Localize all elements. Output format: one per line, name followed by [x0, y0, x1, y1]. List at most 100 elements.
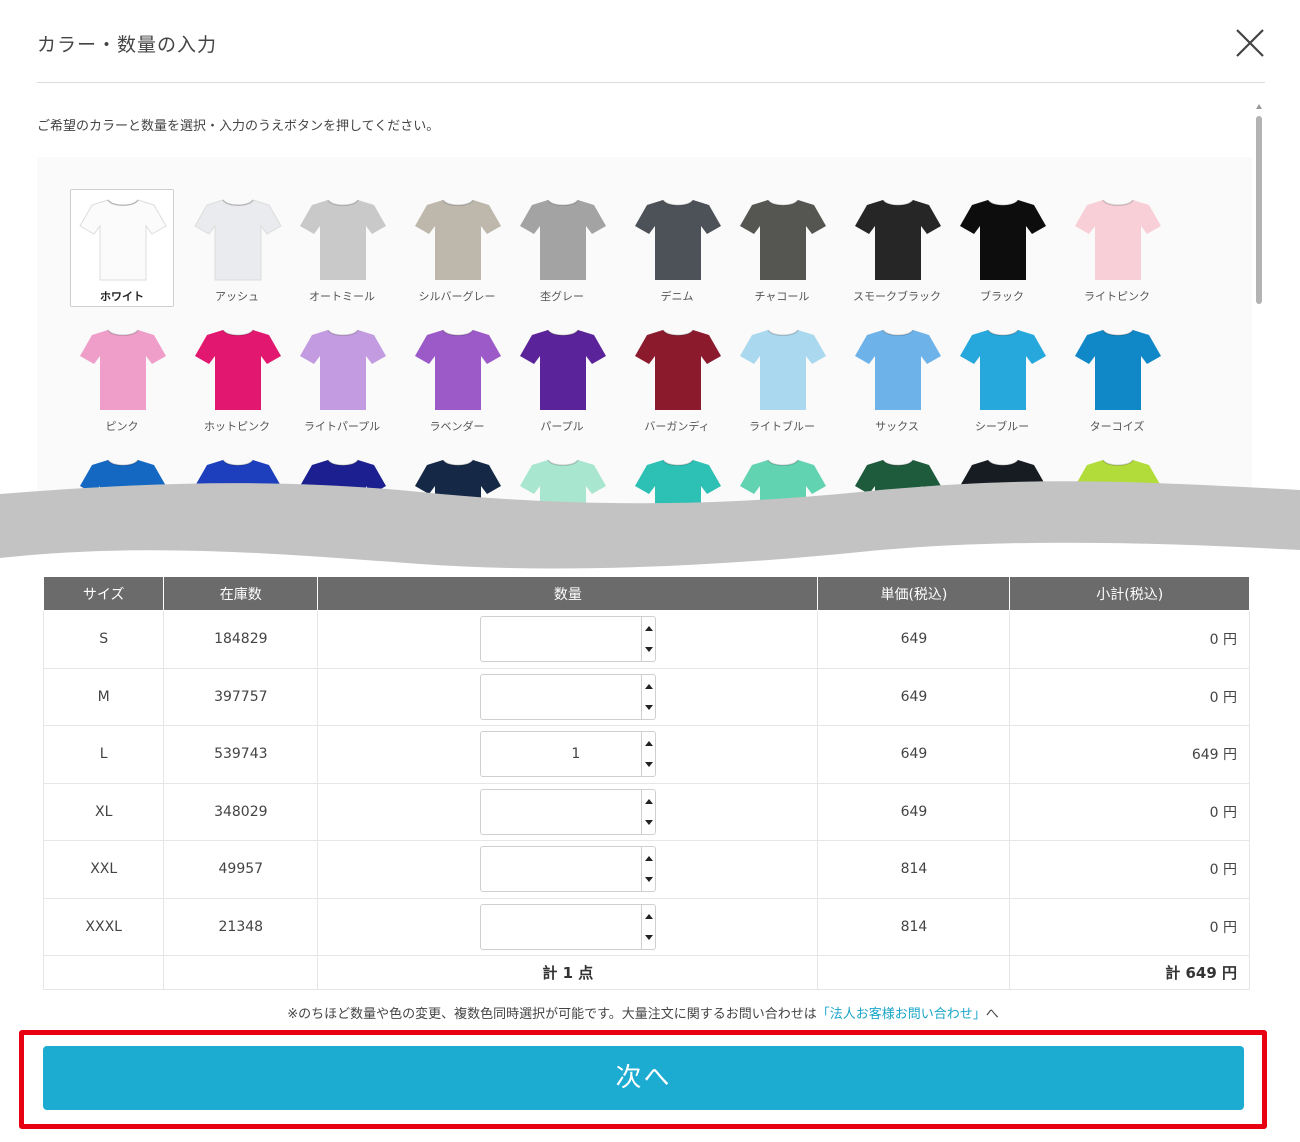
stepper-up-icon[interactable] — [644, 683, 653, 689]
column-header-quantity: 数量 — [317, 576, 819, 611]
stepper-controls[interactable] — [640, 847, 655, 892]
subtotal-cell: 0 円 — [1009, 897, 1250, 956]
tshirt-icon — [960, 329, 1046, 410]
color-swatch-label: ライトピンク — [1084, 290, 1150, 303]
stepper-controls[interactable] — [640, 674, 655, 719]
color-swatch[interactable]: チャコール — [730, 189, 834, 307]
size-cell: M — [42, 667, 165, 726]
color-swatch[interactable]: ブラック — [950, 189, 1054, 307]
quantity-cell — [317, 840, 819, 899]
quantity-cell — [317, 897, 819, 956]
unit-price-cell: 814 — [817, 897, 1011, 956]
quantity-cell: 1 — [317, 725, 819, 784]
color-swatch-label: 杢グレー — [540, 290, 584, 303]
scrollbar[interactable] — [1252, 104, 1266, 504]
instruction-text: ご希望のカラーと数量を選択・入力のうえボタンを押してください。 — [37, 119, 440, 134]
color-swatch[interactable]: ライトピンク — [1065, 189, 1169, 307]
color-swatch[interactable]: アッシュ — [185, 189, 289, 307]
stepper-controls[interactable] — [640, 904, 655, 949]
tshirt-icon — [300, 199, 386, 280]
stepper-down-icon[interactable] — [644, 819, 653, 825]
color-swatch[interactable]: パープル — [510, 319, 614, 437]
table-row: M 397757 649 0 円 — [42, 667, 1250, 726]
stepper-up-icon[interactable] — [644, 913, 653, 919]
color-swatch[interactable]: デニム — [625, 189, 729, 307]
color-swatch[interactable]: ピンク — [70, 319, 174, 437]
next-button[interactable]: 次へ — [43, 1046, 1244, 1110]
color-swatch[interactable]: シーブルー — [950, 319, 1054, 437]
total-price: 計 649 円 — [1009, 955, 1250, 990]
color-swatch[interactable]: シルバーグレー — [405, 189, 509, 307]
quantity-cell — [317, 782, 819, 841]
stepper-up-icon[interactable] — [644, 741, 653, 747]
color-swatch[interactable]: ホワイト — [70, 189, 174, 307]
color-swatch-label: ターコイズ — [1089, 420, 1145, 433]
color-swatch[interactable]: ホットピンク — [185, 319, 289, 437]
size-cell: XL — [42, 782, 165, 841]
unit-price-cell: 649 — [817, 667, 1011, 726]
stepper-down-icon[interactable] — [644, 647, 653, 653]
stepper-controls[interactable] — [640, 789, 655, 834]
color-swatch[interactable]: サックス — [845, 319, 949, 437]
column-header-size: サイズ — [42, 576, 165, 611]
stepper-down-icon[interactable] — [644, 877, 653, 883]
color-swatch[interactable]: ラベンダー — [405, 319, 509, 437]
stock-cell: 397757 — [163, 667, 319, 726]
quantity-stepper[interactable]: 1 — [479, 731, 656, 778]
tshirt-icon — [855, 199, 941, 280]
tshirt-icon — [520, 199, 606, 280]
color-swatch[interactable]: バーガンディ — [625, 319, 729, 437]
color-swatch-label: ホワイト — [100, 290, 144, 303]
close-icon[interactable] — [1235, 28, 1265, 58]
stock-cell: 49957 — [163, 840, 319, 899]
quantity-stepper[interactable] — [479, 846, 656, 893]
subtotal-cell: 0 円 — [1009, 782, 1250, 841]
stepper-down-icon[interactable] — [644, 762, 653, 768]
color-swatch[interactable]: スモークブラック — [845, 189, 949, 307]
color-swatch-label: ラベンダー — [429, 420, 485, 433]
tshirt-icon — [855, 329, 941, 410]
color-swatch[interactable]: 杢グレー — [510, 189, 614, 307]
color-swatch-label: シーブルー — [974, 420, 1030, 433]
color-swatch[interactable]: オートミール — [290, 189, 394, 307]
color-swatch-label: バーガンディ — [644, 420, 710, 433]
quantity-stepper[interactable] — [479, 903, 656, 950]
tshirt-icon — [520, 329, 606, 410]
column-header-unit-price: 単価(税込) — [817, 576, 1011, 611]
tshirt-icon — [635, 329, 721, 410]
quantity-stepper[interactable] — [479, 616, 656, 663]
stock-cell: 348029 — [163, 782, 319, 841]
modal-title: カラー・数量の入力 — [37, 34, 218, 56]
subtotal-cell: 649 円 — [1009, 725, 1250, 784]
quantity-stepper[interactable] — [479, 673, 656, 720]
stepper-controls[interactable] — [640, 617, 655, 662]
color-swatch[interactable]: ターコイズ — [1065, 319, 1169, 437]
tshirt-icon — [300, 329, 386, 410]
tshirt-icon — [1075, 199, 1161, 280]
color-swatch[interactable]: ライトブルー — [730, 319, 834, 437]
stock-cell: 184829 — [163, 610, 319, 669]
color-swatch[interactable]: ライトパープル — [290, 319, 394, 437]
corporate-inquiry-link[interactable]: 「法人お客様お問い合わせ」 — [817, 1007, 986, 1022]
color-swatch-label: ピンク — [105, 420, 139, 433]
stepper-up-icon[interactable] — [644, 798, 653, 804]
stepper-up-icon[interactable] — [644, 856, 653, 862]
stepper-down-icon[interactable] — [644, 934, 653, 940]
quantity-cell — [317, 667, 819, 726]
stock-cell: 21348 — [163, 897, 319, 956]
color-swatch-label: シルバーグレー — [418, 290, 496, 303]
stepper-controls[interactable] — [640, 732, 655, 777]
quantity-stepper[interactable] — [479, 788, 656, 835]
scrollbar-thumb[interactable] — [1256, 116, 1262, 304]
stepper-up-icon[interactable] — [644, 626, 653, 632]
tshirt-icon — [415, 199, 501, 280]
subtotal-cell: 0 円 — [1009, 667, 1250, 726]
unit-price-cell: 649 — [817, 725, 1011, 784]
scroll-up-icon[interactable] — [1256, 104, 1262, 109]
tshirt-icon — [195, 329, 281, 410]
subtotal-cell: 0 円 — [1009, 610, 1250, 669]
unit-price-cell: 649 — [817, 610, 1011, 669]
column-header-subtotal: 小計(税込) — [1009, 576, 1250, 611]
stepper-down-icon[interactable] — [644, 704, 653, 710]
color-swatch-label: デニム — [660, 290, 694, 303]
